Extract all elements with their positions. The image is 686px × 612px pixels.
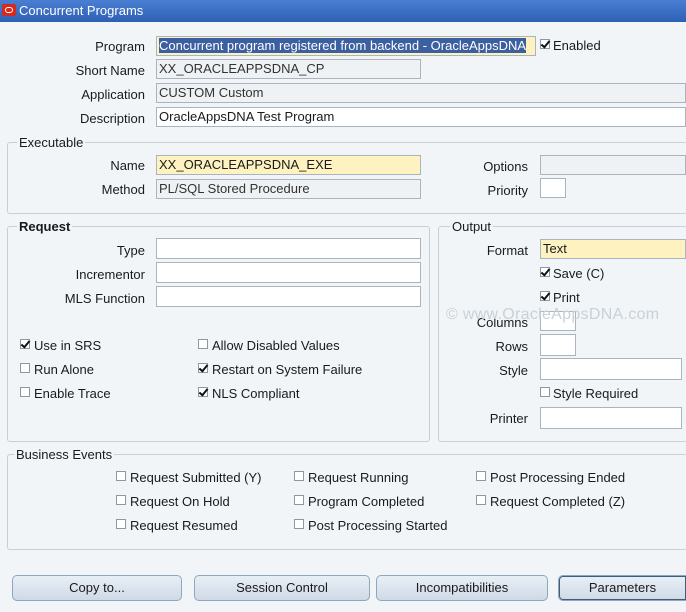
style-required-checkbox[interactable] (540, 387, 550, 397)
nls-compliant-checkbox[interactable] (198, 387, 208, 397)
event-post-processing-started-label: Post Processing Started (308, 518, 448, 533)
restart-on-failure-label: Restart on System Failure (212, 362, 363, 377)
oracle-logo-icon (2, 4, 16, 16)
description-label: Description (79, 111, 145, 126)
description-field[interactable]: OracleAppsDNA Test Program (156, 107, 686, 127)
run-alone-label: Run Alone (34, 362, 94, 377)
type-label: Type (116, 243, 145, 258)
restart-on-failure-checkbox[interactable] (198, 363, 208, 373)
program-field[interactable]: Concurrent program registered from backe… (156, 36, 536, 56)
event-request-resumed-checkbox[interactable] (116, 519, 126, 529)
event-request-running-checkbox[interactable] (294, 471, 304, 481)
priority-label: Priority (487, 183, 528, 198)
event-request-submitted-checkbox[interactable] (116, 471, 126, 481)
executable-group (7, 142, 686, 214)
rows-label: Rows (495, 339, 528, 354)
allow-disabled-values-checkbox[interactable] (198, 339, 208, 349)
options-field[interactable] (540, 155, 686, 175)
enable-trace-checkbox[interactable] (20, 387, 30, 397)
business-events-title: Business Events (14, 447, 115, 462)
event-post-processing-ended-checkbox[interactable] (476, 471, 486, 481)
session-control-button[interactable]: Session Control (194, 575, 370, 601)
printer-label: Printer (489, 411, 528, 426)
window-titlebar: Concurrent Programs (0, 0, 686, 22)
exec-name-label: Name (110, 158, 145, 173)
event-post-processing-started-checkbox[interactable] (294, 519, 304, 529)
allow-disabled-values-label: Allow Disabled Values (212, 338, 340, 353)
mls-function-label: MLS Function (64, 291, 145, 306)
style-label: Style (499, 363, 528, 378)
event-request-on-hold-label: Request On Hold (130, 494, 230, 509)
exec-method-field[interactable]: PL/SQL Stored Procedure (156, 179, 421, 199)
priority-field[interactable] (540, 178, 566, 198)
window-title: Concurrent Programs (19, 3, 144, 18)
parameters-button[interactable]: Parameters (558, 575, 686, 601)
style-required-label: Style Required (553, 386, 639, 401)
application-label: Application (81, 87, 145, 102)
exec-name-field[interactable]: XX_ORACLEAPPSDNA_EXE (156, 155, 421, 175)
short-name-field[interactable]: XX_ORACLEAPPSDNA_CP (156, 59, 421, 79)
use-in-srs-label: Use in SRS (34, 338, 102, 353)
type-field[interactable] (156, 238, 421, 259)
format-label: Format (486, 243, 528, 258)
nls-compliant-label: NLS Compliant (212, 386, 300, 401)
program-value: Concurrent program registered from backe… (159, 38, 527, 53)
program-label: Program (95, 39, 145, 54)
event-request-resumed-label: Request Resumed (130, 518, 238, 533)
short-name-label: Short Name (75, 63, 145, 78)
incompatibilities-button[interactable]: Incompatibilities (376, 575, 548, 601)
event-program-completed-label: Program Completed (308, 494, 425, 509)
watermark: © www.OracleAppsDNA.com (446, 306, 660, 323)
incrementor-field[interactable] (156, 262, 421, 283)
event-program-completed-checkbox[interactable] (294, 495, 304, 505)
style-field[interactable] (540, 358, 682, 380)
request-title: Request (17, 219, 73, 234)
event-request-completed-label: Request Completed (Z) (490, 494, 626, 509)
incrementor-label: Incrementor (75, 267, 145, 282)
event-request-on-hold-checkbox[interactable] (116, 495, 126, 505)
enable-trace-label: Enable Trace (34, 386, 111, 401)
options-label: Options (483, 159, 528, 174)
format-field[interactable]: Text (540, 239, 686, 259)
save-label: Save (C) (553, 266, 605, 281)
enabled-label: Enabled (553, 38, 601, 53)
rows-field[interactable] (540, 334, 576, 356)
run-alone-checkbox[interactable] (20, 363, 30, 373)
event-request-running-label: Request Running (308, 470, 409, 485)
print-checkbox[interactable] (540, 291, 550, 301)
mls-function-field[interactable] (156, 286, 421, 307)
copy-to-button[interactable]: Copy to... (12, 575, 182, 601)
application-field[interactable]: CUSTOM Custom (156, 83, 686, 103)
save-checkbox[interactable] (540, 267, 550, 277)
event-request-completed-checkbox[interactable] (476, 495, 486, 505)
event-post-processing-ended-label: Post Processing Ended (490, 470, 626, 485)
event-request-submitted-label: Request Submitted (Y) (130, 470, 262, 485)
output-title: Output (450, 219, 494, 234)
enabled-checkbox[interactable] (540, 39, 550, 49)
exec-method-label: Method (101, 182, 145, 197)
printer-field[interactable] (540, 407, 682, 429)
print-label: Print (553, 290, 580, 305)
executable-title: Executable (17, 135, 86, 150)
use-in-srs-checkbox[interactable] (20, 339, 30, 349)
